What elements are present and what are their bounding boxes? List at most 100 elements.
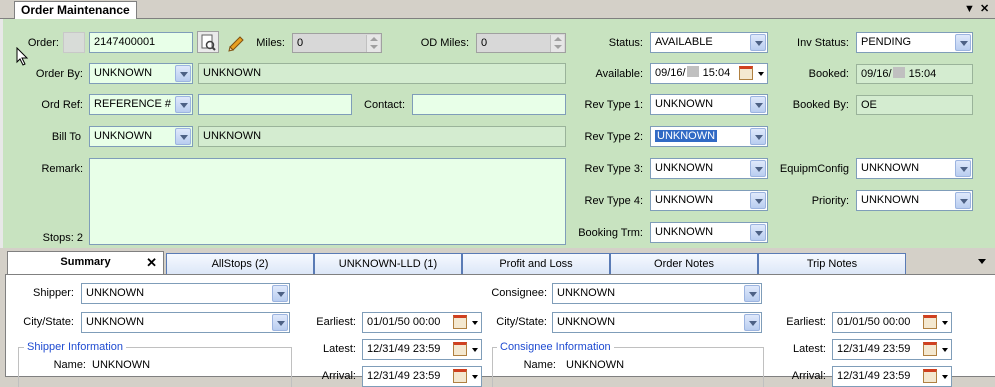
order-lookup-button[interactable] <box>197 31 219 53</box>
tab-trip-notes[interactable]: Trip Notes <box>758 253 906 275</box>
consignee-latest-picker[interactable]: 12/31/49 23:59 <box>832 339 952 360</box>
calendar-icon[interactable] <box>739 66 753 80</box>
shipper-dropdown[interactable]: UNKNOWN <box>81 283 290 304</box>
order-by-name-field: UNKNOWN <box>198 63 566 84</box>
rev-type-4-value: UNKNOWN <box>655 194 714 206</box>
shipper-info-title: Shipper Information <box>24 341 126 354</box>
edit-button[interactable] <box>225 31 247 53</box>
bill-to-dropdown[interactable]: UNKNOWN <box>89 126 193 147</box>
consignee-name-label: Name: <box>523 359 556 371</box>
rev-type-3-value: UNKNOWN <box>655 162 714 174</box>
od-miles-spin-buttons[interactable] <box>550 35 564 52</box>
chevron-down-icon[interactable] <box>744 314 760 331</box>
booked-label: Booked: <box>808 68 849 80</box>
calendar-icon[interactable] <box>453 342 467 356</box>
equipm-config-dropdown[interactable]: UNKNOWN <box>856 158 973 179</box>
calendar-icon[interactable] <box>923 315 937 329</box>
status-dropdown[interactable]: AVAILABLE <box>650 32 768 53</box>
tab-unknown-lld[interactable]: UNKNOWN-LLD (1) <box>314 253 462 275</box>
chevron-down-icon[interactable] <box>942 375 948 379</box>
chevron-down-icon[interactable] <box>750 192 766 209</box>
chevron-down-icon[interactable] <box>750 160 766 177</box>
chevron-down-icon[interactable] <box>942 321 948 325</box>
status-value: AVAILABLE <box>655 36 713 48</box>
calendar-icon[interactable] <box>923 342 937 356</box>
inv-status-dropdown[interactable]: PENDING <box>856 32 973 53</box>
miles-stepper[interactable]: 0 <box>292 33 382 53</box>
tab-profit-and-loss[interactable]: Profit and Loss <box>462 253 610 275</box>
chevron-down-icon[interactable] <box>750 224 766 241</box>
miles-value: 0 <box>297 37 304 49</box>
consignee-earliest-picker[interactable]: 01/01/50 00:00 <box>832 312 952 333</box>
ord-ref-input[interactable] <box>198 94 352 115</box>
chevron-down-icon[interactable] <box>472 321 478 325</box>
shipper-city-dropdown[interactable]: UNKNOWN <box>81 312 290 333</box>
rev-type-4-dropdown[interactable]: UNKNOWN <box>650 190 768 211</box>
order-prefix-box <box>63 32 85 53</box>
chevron-down-icon[interactable] <box>758 72 764 76</box>
ord-ref-value: REFERENCE # <box>94 98 172 110</box>
consignee-city-dropdown[interactable]: UNKNOWN <box>552 312 762 333</box>
chevron-down-icon[interactable] <box>175 128 191 145</box>
shipper-label: Shipper: <box>33 287 74 299</box>
status-label: Status: <box>608 37 643 49</box>
order-by-dropdown[interactable]: UNKNOWN <box>89 63 193 84</box>
consignee-latest-label: Latest: <box>792 343 826 355</box>
chevron-down-icon[interactable] <box>744 285 760 302</box>
chevron-down-icon[interactable] <box>955 192 971 209</box>
remark-textarea[interactable] <box>89 158 566 245</box>
consignee-earliest-label: Earliest: <box>786 316 826 328</box>
tab-summary[interactable]: Summary ✕ <box>7 251 164 275</box>
close-tab-icon[interactable]: ✕ <box>146 252 157 273</box>
stops-count: Stops: 2 <box>42 232 83 244</box>
bill-to-label: Bill To <box>51 131 81 143</box>
chevron-down-icon[interactable] <box>472 348 478 352</box>
booked-time: 15:04 <box>908 68 937 80</box>
miles-spin-buttons[interactable] <box>366 35 380 52</box>
order-maintenance-tab[interactable]: Order Maintenance <box>14 1 137 20</box>
redacted-year <box>686 66 699 77</box>
od-miles-stepper[interactable]: 0 <box>476 33 566 53</box>
tab-list-dropdown-icon[interactable] <box>978 259 986 264</box>
chevron-down-icon[interactable] <box>750 34 766 51</box>
consignee-dropdown[interactable]: UNKNOWN <box>552 283 762 304</box>
tab-order-notes[interactable]: Order Notes <box>610 253 758 275</box>
shipper-earliest-value: 01/01/50 00:00 <box>367 316 441 328</box>
chevron-down-icon[interactable] <box>272 314 288 331</box>
consignee-city-label: City/State: <box>496 316 547 328</box>
shipper-earliest-picker[interactable]: 01/01/50 00:00 <box>362 312 482 333</box>
tab-summary-label: Summary <box>60 256 111 268</box>
chevron-down-icon[interactable] <box>750 128 766 145</box>
calendar-icon[interactable] <box>453 369 467 383</box>
chevron-down-icon[interactable] <box>750 96 766 113</box>
rev-type-1-dropdown[interactable]: UNKNOWN <box>650 94 768 115</box>
close-icon[interactable]: ✕ <box>980 2 989 16</box>
pin-down-icon[interactable]: ▼ <box>964 2 975 16</box>
booked-by-field: OE <box>856 95 973 115</box>
inv-status-label: Inv Status: <box>797 37 849 49</box>
tab-allstops[interactable]: AllStops (2) <box>166 253 314 275</box>
shipper-latest-picker[interactable]: 12/31/49 23:59 <box>362 339 482 360</box>
chevron-down-icon[interactable] <box>175 96 191 113</box>
redacted-year <box>892 67 905 78</box>
chevron-down-icon[interactable] <box>175 65 191 82</box>
chevron-down-icon[interactable] <box>272 285 288 302</box>
booking-trm-label: Booking Trm: <box>578 227 643 239</box>
available-date: 09/16/ <box>655 67 686 79</box>
rev-type-2-dropdown[interactable]: UNKNOWN <box>650 126 768 147</box>
order-number-field[interactable]: 2147400001 <box>89 32 193 53</box>
ord-ref-dropdown[interactable]: REFERENCE # <box>89 94 193 115</box>
chevron-down-icon[interactable] <box>472 375 478 379</box>
priority-dropdown[interactable]: UNKNOWN <box>856 190 973 211</box>
chevron-down-icon[interactable] <box>942 348 948 352</box>
chevron-down-icon[interactable] <box>955 160 971 177</box>
booking-trm-dropdown[interactable]: UNKNOWN <box>650 222 768 243</box>
available-date-picker[interactable]: 09/16/ 15:04 <box>650 63 768 84</box>
calendar-icon[interactable] <box>923 369 937 383</box>
calendar-icon[interactable] <box>453 315 467 329</box>
contact-input[interactable] <box>412 94 566 115</box>
rev-type-1-value: UNKNOWN <box>655 98 714 110</box>
consignee-name-value: UNKNOWN <box>566 359 625 371</box>
chevron-down-icon[interactable] <box>955 34 971 51</box>
rev-type-3-dropdown[interactable]: UNKNOWN <box>650 158 768 179</box>
